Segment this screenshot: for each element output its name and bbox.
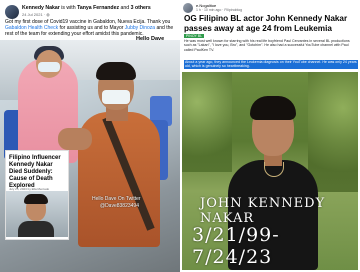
article-card[interactable]: Filipino Influencer Kennedy Nakar Died S…	[5, 150, 69, 240]
memorial-name: JOHN KENNEDY NAKAR	[200, 196, 326, 226]
timestamp-text: 24 Jul 2021 ·	[22, 12, 47, 17]
right-post: e.Nogalitoe 1 h · 10 min ago · Filipinob…	[180, 0, 360, 272]
photo-foliage	[308, 72, 358, 192]
watermark-twitter: Hello Dave On Twitter	[92, 196, 141, 202]
others-link[interactable]: 3 others	[131, 5, 151, 11]
link-mayor[interactable]: Jubby Dinoza	[125, 25, 155, 31]
with-text: is with	[59, 5, 78, 11]
left-post: Kennedy Nakar is with Tanya Fernandez an…	[0, 0, 181, 272]
post-body: He was most well known for starring with…	[184, 39, 350, 52]
author-name[interactable]: Kennedy Nakar	[22, 5, 60, 11]
overlay-hello-dave: Hello Dave	[136, 36, 165, 42]
photo-nurse-mask	[38, 62, 60, 72]
photo-man-arm	[58, 128, 92, 150]
post-timestamp[interactable]: 24 Jul 2021 · ◍	[22, 12, 50, 17]
category-tag[interactable]: PINOY BL	[184, 34, 205, 38]
post-author-line: Kennedy Nakar is with Tanya Fernandez an…	[22, 5, 178, 11]
post-text-start: Got my first dose of Covid19 vaccine in …	[5, 19, 171, 25]
post-meta: 1 h · 10 min ago · Filipinoblog	[196, 8, 243, 12]
avatar[interactable]	[183, 3, 193, 13]
post-text: Got my first dose of Covid19 vaccine in …	[5, 19, 175, 38]
article-photo-shirt	[18, 221, 54, 237]
post-highlight: About a year ago, they announced the Leu…	[184, 60, 358, 69]
photo-foliage	[182, 72, 232, 172]
photo-hair	[250, 96, 296, 120]
post-time: 1 h · 10 min ago	[196, 8, 222, 12]
link-health-check[interactable]: Gabaldon Health Check	[5, 25, 58, 31]
article-photo-hair	[24, 194, 48, 204]
photo-man-mask	[102, 90, 130, 104]
photo-man-hair	[96, 62, 136, 80]
post-location[interactable]: Filipinoblog	[224, 8, 242, 12]
memorial-dates: 3/21/99-7/24/23	[192, 224, 280, 268]
watermark-handle: @Dave83823494	[100, 203, 139, 209]
avatar[interactable]	[5, 5, 19, 19]
article-title: Filipino Influencer Kennedy Nakar Died S…	[9, 155, 61, 189]
tagged-name[interactable]: Tanya Fernandez	[77, 5, 119, 11]
post-text-mid: for assisting us and to Mayor	[58, 25, 125, 32]
globe-icon: ◍	[46, 12, 50, 17]
and-text: and	[119, 5, 131, 11]
post-headline: OG Filipino BL actor John Kennedy Nakar …	[184, 14, 348, 33]
